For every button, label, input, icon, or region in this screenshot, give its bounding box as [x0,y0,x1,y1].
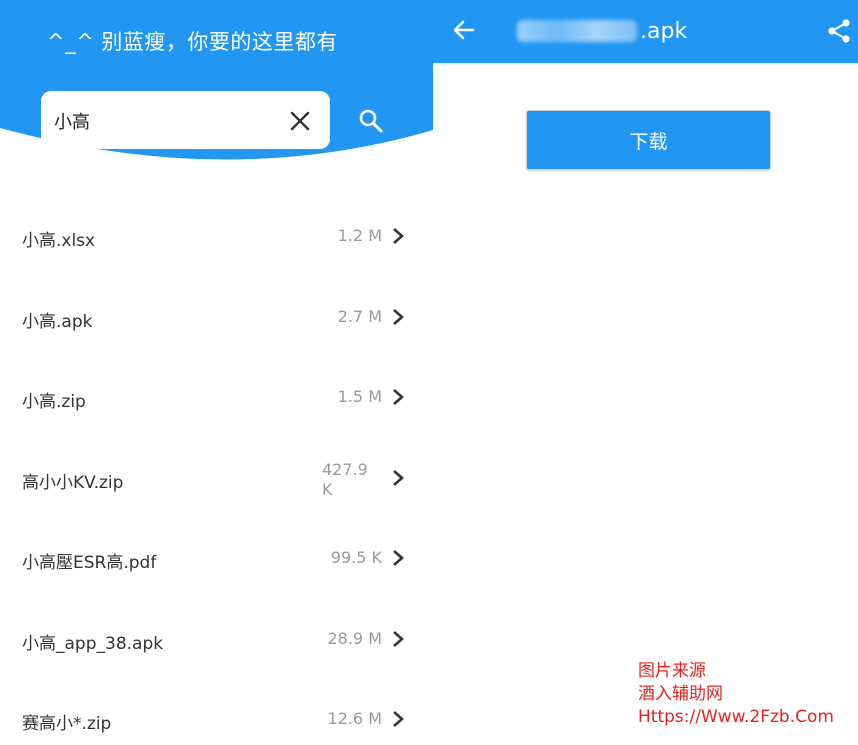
file-row[interactable]: 赛高小*.zip 12.6 M [0,679,433,745]
search-panel: ^_^ 别蓝瘦，你要的这里都有 小高 小高.xlsx 1.2 M 小高.apk … [0,0,433,745]
slogan-text: ^_^ 别蓝瘦，你要的这里都有 [47,30,338,54]
download-button[interactable]: 下载 [526,110,771,170]
file-size: 12.6 M [327,709,382,728]
file-size: 1.5 M [337,387,382,406]
watermark-line: 酒入辅助网 [638,684,723,704]
clear-icon[interactable] [289,110,311,132]
file-size: 2.7 M [337,306,382,326]
page-title: .apk [517,16,687,46]
watermark: 图片来源 酒入辅助网 Https://Www.2Fzb.Com [638,660,834,729]
file-detail-panel: .apk 下载 [433,0,858,745]
file-name: 小高.zip [22,392,86,412]
file-name: 小高.xlsx [22,231,96,251]
file-name: 小高.apk [22,311,93,332]
chevron-right-icon [393,711,404,727]
chevron-right-icon [393,469,404,486]
file-size: 1.2 M [337,226,382,245]
app-bar-shadow [433,63,858,67]
chevron-right-icon [393,228,404,244]
file-size: 427.9 K [322,459,368,499]
title-extension: .apk [640,18,688,44]
search-input[interactable]: 小高 [41,91,330,149]
search-header: ^_^ 别蓝瘦，你要的这里都有 小高 [0,0,433,170]
search-input-value[interactable]: 小高 [54,108,90,134]
file-row[interactable]: 小高.zip 1.5 M [0,357,433,438]
share-icon[interactable] [827,18,851,44]
file-name: 赛高小*.zip [22,714,112,734]
file-row[interactable]: 小高壓ESR高.pdf 99.5 K [0,518,433,599]
watermark-line: Https://Www.2Fzb.Com [638,707,834,727]
file-row[interactable]: 小高.xlsx 1.2 M [0,196,433,277]
chevron-right-icon [393,550,404,566]
file-row[interactable]: 高小小KV.zip 427.9 K [0,438,433,519]
blurred-filename [517,20,637,42]
file-name: 小高_app_38.apk [22,633,164,654]
file-size: 99.5 K [330,548,382,567]
file-row[interactable]: 小高.apk 2.7 M [0,277,433,358]
file-name: 高小小KV.zip [22,472,124,493]
watermark-line: 图片来源 [638,661,706,681]
file-row[interactable]: 小高_app_38.apk 28.9 M [0,599,433,680]
chevron-right-icon [393,630,404,647]
file-list: 小高.xlsx 1.2 M 小高.apk 2.7 M 小高.zip 1.5 M … [0,196,433,745]
chevron-right-icon [393,389,404,405]
search-icon[interactable] [358,108,384,134]
file-name: 小高壓ESR高.pdf [22,553,157,573]
back-arrow-icon[interactable] [451,17,477,43]
file-size: 28.9 M [327,628,382,648]
app-bar: .apk [433,0,858,63]
chevron-right-icon [393,308,404,325]
